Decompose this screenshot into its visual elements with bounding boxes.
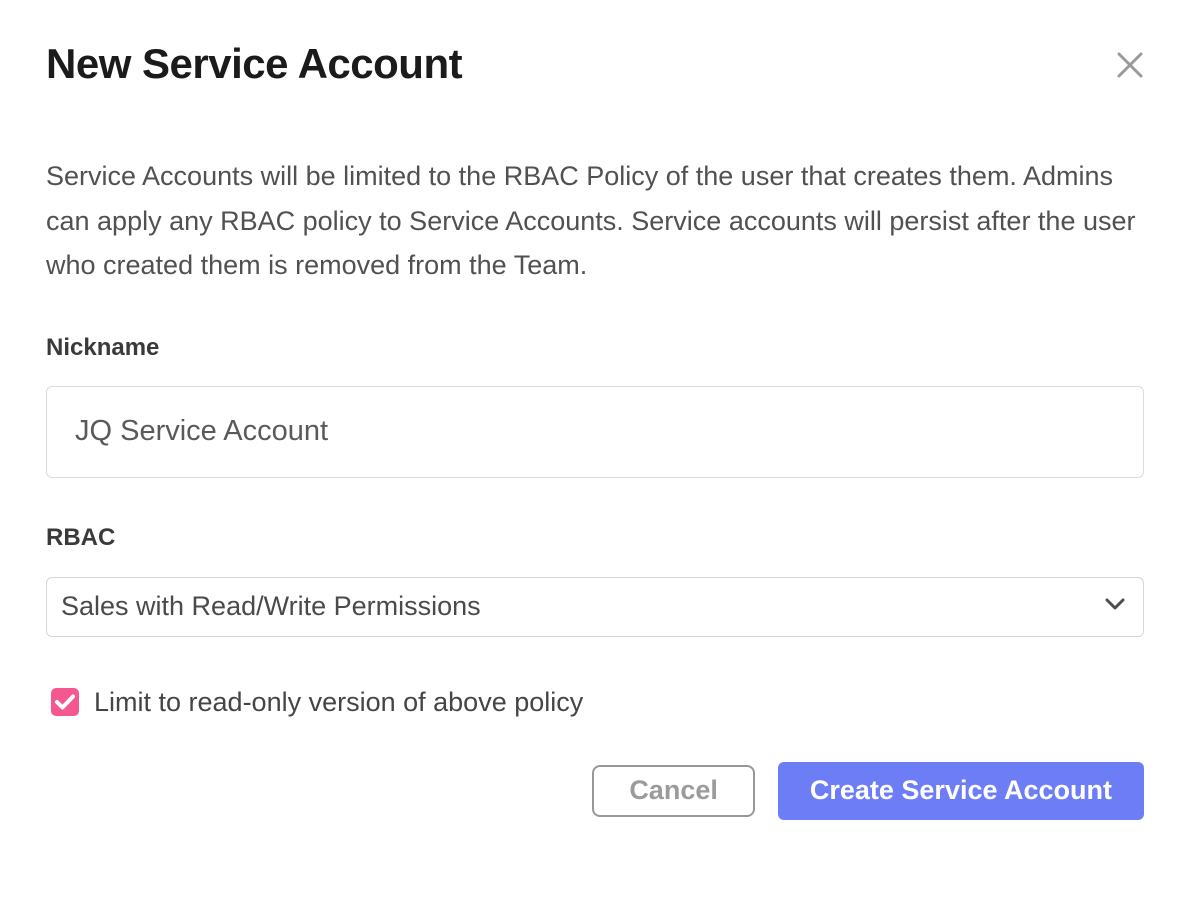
modal-description: Service Accounts will be limited to the … [46,154,1144,288]
create-service-account-button[interactable]: Create Service Account [778,762,1144,820]
rbac-select[interactable]: Sales with Read/Write Permissions [46,577,1144,637]
chevron-down-icon [1105,598,1125,616]
limit-readonly-row: Limit to read-only version of above poli… [46,687,1144,718]
close-icon [1115,50,1145,83]
limit-readonly-label[interactable]: Limit to read-only version of above poli… [94,687,583,718]
limit-readonly-checkbox[interactable] [51,688,79,716]
cancel-button[interactable]: Cancel [592,765,755,817]
checkmark-icon [55,694,75,710]
new-service-account-modal: New Service Account Service Accounts wil… [0,0,1190,904]
modal-footer: Cancel Create Service Account [46,762,1144,820]
page-title: New Service Account [46,40,1144,88]
nickname-input[interactable] [46,386,1144,478]
rbac-selected-value: Sales with Read/Write Permissions [61,591,481,622]
close-button[interactable] [1112,48,1148,84]
rbac-label: RBAC [46,524,1144,552]
nickname-label: Nickname [46,334,1144,362]
